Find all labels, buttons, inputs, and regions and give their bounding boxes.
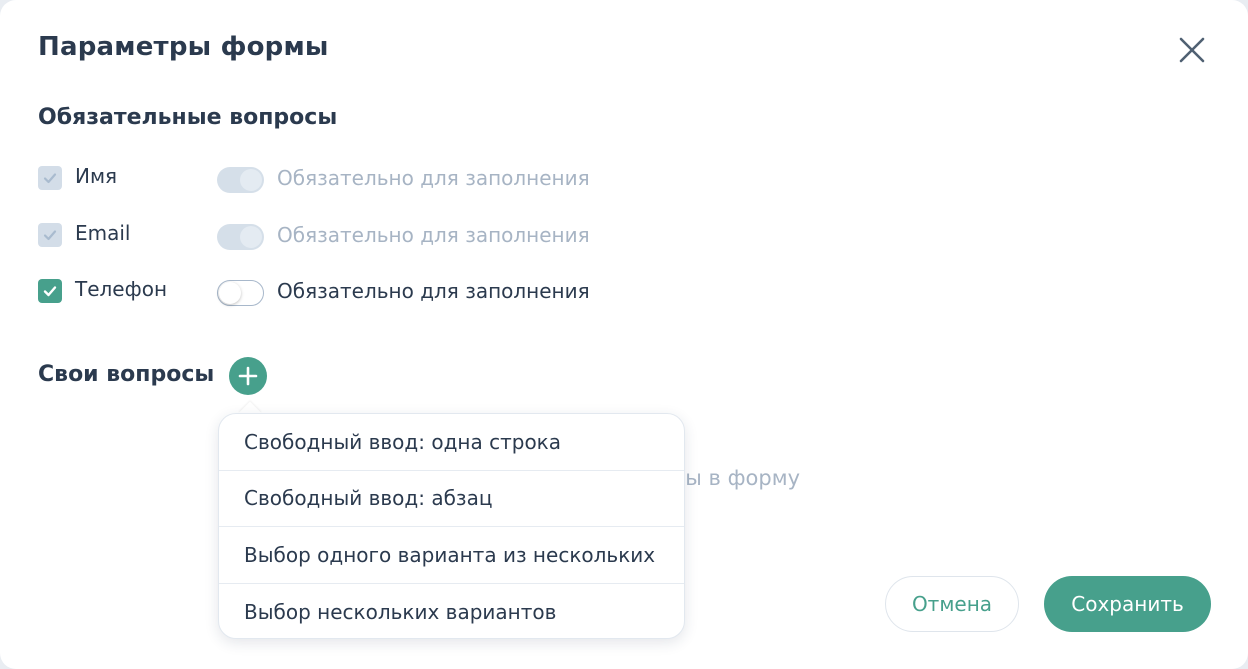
required-question-row-name: Имя Обязательно для заполнения (38, 164, 638, 194)
toggle-knob (240, 169, 262, 191)
name-checkbox[interactable] (38, 166, 62, 190)
custom-questions-title: Свои вопросы (38, 362, 215, 387)
add-question-button[interactable] (229, 357, 267, 395)
menu-item-single-line[interactable]: Свободный ввод: одна строка (219, 414, 684, 471)
required-questions-title: Обязательные вопросы (38, 105, 338, 130)
checkmark-icon (43, 173, 57, 184)
email-checkbox-label: Email (75, 221, 131, 245)
email-required-label: Обязательно для заполнения (277, 223, 590, 247)
phone-checkbox-label: Телефон (75, 277, 168, 301)
phone-checkbox[interactable] (38, 279, 62, 303)
phone-required-toggle[interactable] (217, 280, 264, 306)
name-required-label: Обязательно для заполнения (277, 166, 590, 190)
add-question-menu: Свободный ввод: одна строка Свободный вв… (218, 413, 685, 639)
toggle-knob (240, 226, 262, 248)
name-required-toggle[interactable] (217, 167, 264, 193)
email-checkbox[interactable] (38, 223, 62, 247)
toggle-knob (219, 282, 241, 304)
checkmark-icon (43, 286, 57, 297)
menu-item-paragraph[interactable]: Свободный ввод: абзац (219, 471, 684, 527)
required-question-row-email: Email Обязательно для заполнения (38, 221, 638, 251)
name-checkbox-label: Имя (75, 164, 118, 188)
dialog-title: Параметры формы (38, 32, 329, 62)
email-required-toggle[interactable] (217, 224, 264, 250)
save-button[interactable]: Сохранить (1044, 576, 1211, 632)
cancel-button[interactable]: Отмена (885, 576, 1019, 632)
checkmark-icon (43, 230, 57, 241)
form-settings-dialog: Параметры формы Обязательные вопросы Имя… (0, 0, 1248, 669)
close-icon (1179, 37, 1205, 63)
close-button[interactable] (1172, 30, 1212, 70)
menu-item-multiple-choice[interactable]: Выбор нескольких вариантов (219, 584, 684, 639)
phone-required-label: Обязательно для заполнения (277, 279, 590, 303)
menu-item-single-choice[interactable]: Выбор одного варианта из нескольких (219, 527, 684, 584)
required-question-row-phone: Телефон Обязательно для заполнения (38, 277, 638, 307)
plus-icon (238, 366, 258, 386)
